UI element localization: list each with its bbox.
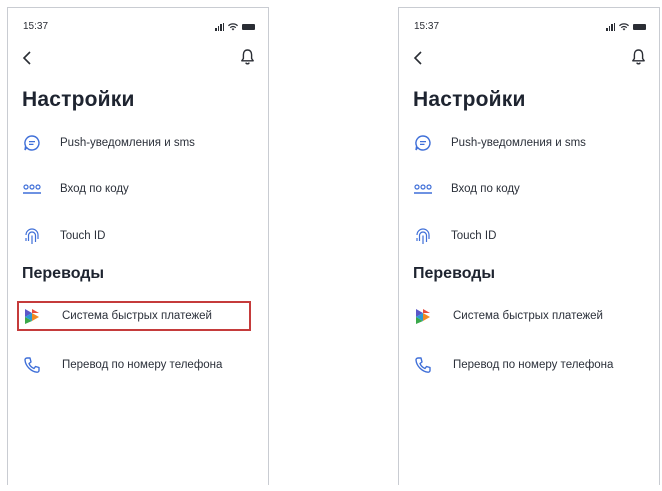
settings-item-pin[interactable]: Вход по коду xyxy=(22,176,256,202)
signal-icon xyxy=(606,23,615,31)
chat-bubble-icon xyxy=(22,133,42,153)
sbp-logo-icon xyxy=(413,306,433,326)
settings-item-push[interactable]: Push-уведомления и sms xyxy=(413,130,647,156)
transfer-item-label: Система быстрых платежей xyxy=(453,310,603,322)
battery-icon xyxy=(242,24,255,30)
phone-icon xyxy=(22,355,42,375)
status-icons xyxy=(215,21,255,31)
settings-item-label: Вход по коду xyxy=(60,183,129,195)
settings-item-label: Push-уведомления и sms xyxy=(451,137,586,149)
wifi-icon xyxy=(619,23,629,31)
settings-item-push[interactable]: Push-уведомления и sms xyxy=(22,130,256,156)
status-time: 15:37 xyxy=(23,21,49,32)
settings-item-pin[interactable]: Вход по коду xyxy=(413,176,647,202)
highlight-frame xyxy=(17,301,251,331)
status-time: 15:37 xyxy=(414,21,440,32)
settings-item-touch-id[interactable]: Touch ID xyxy=(413,223,647,249)
phone-screen-right: 15:37 Настройки Push-уведомления и sms В… xyxy=(398,7,660,485)
section-title-transfers: Переводы xyxy=(413,265,496,282)
section-title-transfers: Переводы xyxy=(22,265,105,282)
transfer-item-sbp[interactable]: Система быстрых платежей xyxy=(413,303,647,329)
signal-icon xyxy=(215,23,224,31)
back-arrow-icon[interactable] xyxy=(412,50,426,66)
fingerprint-icon xyxy=(413,226,433,246)
transfer-item-phone[interactable]: Перевод по номеру телефона xyxy=(413,352,647,378)
settings-item-label: Push-уведомления и sms xyxy=(60,137,195,149)
battery-icon xyxy=(633,24,646,30)
chat-bubble-icon xyxy=(413,133,433,153)
transfer-item-label: Перевод по номеру телефона xyxy=(62,359,223,371)
pin-code-icon xyxy=(413,179,433,199)
page-title: Настройки xyxy=(413,88,526,111)
status-icons xyxy=(606,21,646,31)
transfer-item-phone[interactable]: Перевод по номеру телефона xyxy=(22,352,256,378)
page-title: Настройки xyxy=(22,88,135,111)
fingerprint-icon xyxy=(22,226,42,246)
back-arrow-icon[interactable] xyxy=(21,50,35,66)
phone-screen-left: 15:37 Настройки Push-уведомления и sms В… xyxy=(7,7,269,485)
settings-item-label: Вход по коду xyxy=(451,183,520,195)
bell-icon[interactable] xyxy=(240,48,255,66)
settings-item-label: Touch ID xyxy=(60,230,106,242)
settings-item-label: Touch ID xyxy=(451,230,497,242)
pin-code-icon xyxy=(22,179,42,199)
transfer-item-label: Перевод по номеру телефона xyxy=(453,359,614,371)
settings-item-touch-id[interactable]: Touch ID xyxy=(22,223,256,249)
wifi-icon xyxy=(228,23,238,31)
phone-icon xyxy=(413,355,433,375)
bell-icon[interactable] xyxy=(631,48,646,66)
